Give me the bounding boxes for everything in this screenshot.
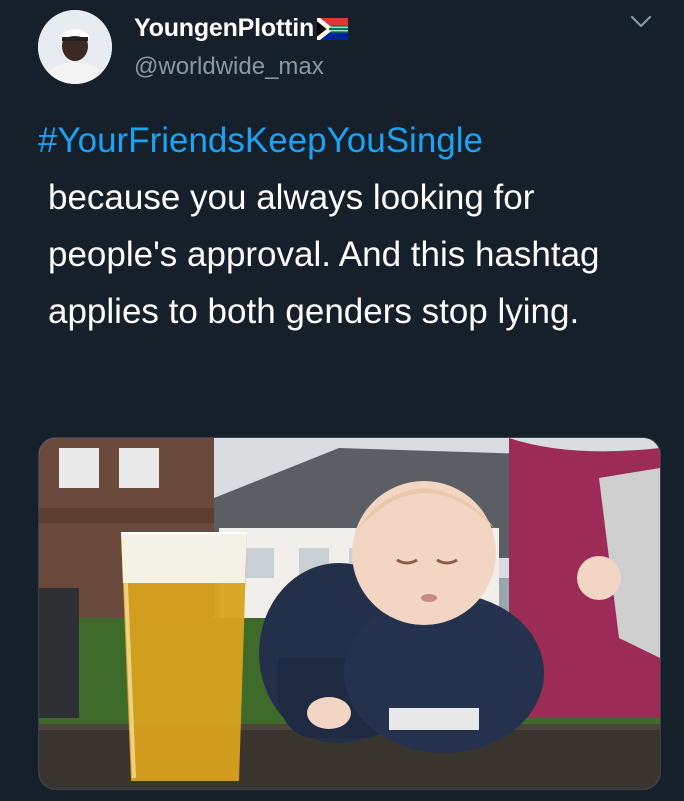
avatar-image	[38, 10, 112, 84]
south-africa-flag-icon	[317, 17, 349, 40]
baby-beer-photo	[39, 438, 660, 789]
author-handle[interactable]: @worldwide_max	[134, 53, 324, 81]
author-name-row[interactable]: YoungenPlottin	[134, 14, 349, 43]
tweet-media[interactable]	[38, 437, 661, 790]
tweet-text: #YourFriendsKeepYouSingle because you al…	[38, 112, 668, 340]
chevron-down-icon[interactable]	[630, 14, 652, 30]
avatar[interactable]	[38, 10, 112, 84]
tweet-body: because you always looking for people's …	[48, 178, 600, 331]
display-name[interactable]: YoungenPlottin	[134, 14, 314, 43]
hashtag-link[interactable]: #YourFriendsKeepYouSingle	[38, 112, 668, 169]
